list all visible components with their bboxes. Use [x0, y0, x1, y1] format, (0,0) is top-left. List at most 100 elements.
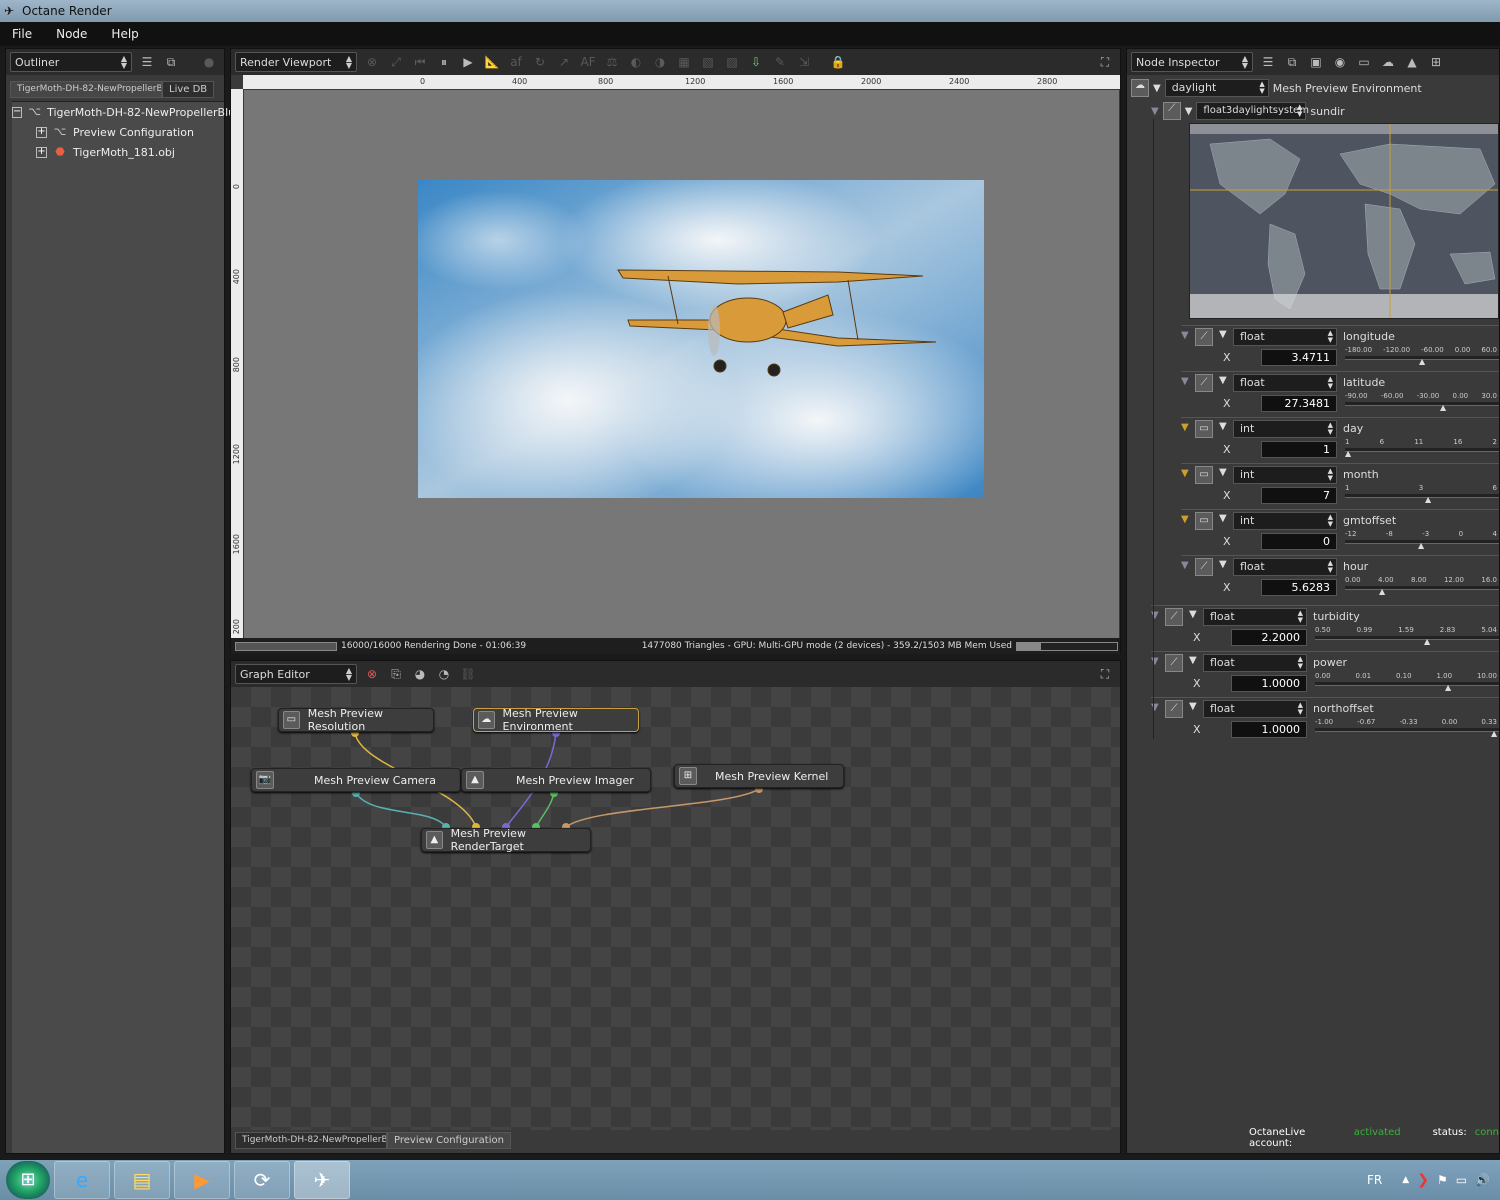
collapse-triangle-icon[interactable]: ▼ — [1189, 655, 1197, 666]
param-slider[interactable]: 0.50 0.99 1.59 2.83 5.04 ▲ — [1315, 626, 1499, 648]
graph-canvas[interactable]: ▭ Mesh Preview Resolution ☁ Mesh Preview… — [231, 687, 1120, 1130]
play-icon[interactable]: ▶ — [459, 53, 477, 71]
snapshot-icon[interactable]: ✎ — [771, 53, 789, 71]
menu-node[interactable]: Node — [44, 27, 99, 41]
sync-app-icon[interactable]: ⟳ — [234, 1161, 290, 1199]
param-value-field[interactable]: 0 — [1261, 533, 1337, 550]
world-map[interactable] — [1189, 123, 1499, 319]
tab-live-db[interactable]: Live DB — [162, 81, 215, 98]
texture-icon[interactable]: ◔ — [435, 665, 453, 683]
start-button[interactable]: ⊞ — [6, 1161, 50, 1199]
param-slider[interactable]: -90.00 -60.00 -30.00 0.00 30.0 ▲ — [1345, 392, 1499, 414]
param-value-field[interactable]: 3.4711 — [1261, 349, 1337, 366]
collapse-triangle-icon[interactable]: ▼ — [1189, 609, 1197, 620]
internet-explorer-icon[interactable]: e — [54, 1161, 110, 1199]
resolution-icon[interactable]: ▭ — [1355, 53, 1373, 71]
param-value-field[interactable]: 1 — [1261, 441, 1337, 458]
slider-thumb-icon[interactable]: ▲ — [1345, 449, 1351, 458]
collapse-triangle-icon[interactable]: ▼ — [1219, 513, 1227, 524]
param-value-field[interactable]: 1.0000 — [1231, 721, 1307, 738]
slider-thumb-icon[interactable]: ▲ — [1425, 495, 1431, 504]
param-type-select[interactable]: float ▲ ▼ — [1233, 374, 1337, 392]
material-icon[interactable]: ◕ — [411, 665, 429, 683]
pick-icon[interactable]: ↗ — [555, 53, 573, 71]
delete-node-icon[interactable]: ⊗ — [363, 665, 381, 683]
env-type-select[interactable]: daylight ▲ ▼ — [1164, 79, 1269, 97]
collapse-all-icon[interactable]: ☰ — [138, 53, 156, 71]
link-icon[interactable]: ⛓ — [459, 665, 477, 683]
file-explorer-icon[interactable]: ▤ — [114, 1161, 170, 1199]
expand-icon[interactable]: + — [36, 126, 47, 138]
media-player-icon[interactable]: ▶ — [174, 1161, 230, 1199]
sundir-type-select[interactable]: float3daylightsystem ▲ ▼ — [1196, 102, 1309, 120]
imager-icon[interactable]: ▲ — [1403, 53, 1421, 71]
slider-thumb-icon[interactable]: ▲ — [1491, 729, 1497, 738]
param-type-select[interactable]: int ▲ ▼ — [1233, 512, 1337, 530]
render-canvas[interactable] — [244, 90, 1119, 638]
param-value-field[interactable]: 27.3481 — [1261, 395, 1337, 412]
slider-thumb-icon[interactable]: ▲ — [1424, 637, 1430, 646]
volume-icon[interactable]: 🔊 — [1475, 1173, 1490, 1187]
load-icon[interactable]: ⎘ — [387, 665, 405, 683]
collapse-triangle-icon[interactable]: ▼ — [1219, 375, 1227, 386]
node-mesh-preview-kernel[interactable]: ⊞ Mesh Preview Kernel — [674, 764, 844, 788]
rotate-icon[interactable]: ↻ — [531, 53, 549, 71]
tab-graph-preview-configuration[interactable]: Preview Configuration — [387, 1132, 511, 1149]
param-value-field[interactable]: 7 — [1261, 487, 1337, 504]
collapse-triangle-icon[interactable]: ▼ — [1189, 701, 1197, 712]
expand-icon[interactable]: + — [36, 146, 47, 158]
param-type-select[interactable]: float ▲ ▼ — [1203, 700, 1307, 718]
menu-file[interactable]: File — [0, 27, 44, 41]
preset-icon[interactable]: ▣ — [1307, 53, 1325, 71]
environment-icon[interactable]: ☁ — [1379, 53, 1397, 71]
collapse-icon[interactable]: − — [12, 106, 23, 118]
param-type-select[interactable]: float ▲ ▼ — [1203, 608, 1307, 626]
white-balance-icon[interactable]: ⚖ — [603, 53, 621, 71]
slider-thumb-icon[interactable]: ▲ — [1418, 541, 1424, 550]
export-icon[interactable]: ⇩ — [747, 53, 765, 71]
param-slider[interactable]: -12 -8 -3 0 4 ▲ — [1345, 530, 1499, 552]
tray-app-icon[interactable]: ❯ — [1417, 1172, 1429, 1188]
tab-scene[interactable]: TigerMoth-DH-82-NewPropellerBlur_260_Oc.… — [10, 81, 162, 98]
param-type-select[interactable]: float ▲ ▼ — [1203, 654, 1307, 672]
node-mesh-preview-rendertarget[interactable]: ▲ Mesh Preview RenderTarget — [421, 827, 591, 853]
tree-item-tigermoth-obj[interactable]: + ⬣ TigerMoth_181.obj — [12, 142, 224, 162]
object-picker-icon[interactable]: ◑ — [651, 53, 669, 71]
node-mesh-preview-resolution[interactable]: ▭ Mesh Preview Resolution — [278, 707, 434, 733]
film-region-icon[interactable]: ▧ — [699, 53, 717, 71]
network-icon[interactable]: ▭ — [1456, 1173, 1467, 1187]
slider-thumb-icon[interactable]: ▲ — [1445, 683, 1451, 692]
restart-icon[interactable]: ⏮ — [411, 53, 429, 71]
param-value-field[interactable]: 1.0000 — [1231, 675, 1307, 692]
slider-thumb-icon[interactable]: ▲ — [1419, 357, 1425, 366]
slider-thumb-icon[interactable]: ▲ — [1379, 587, 1385, 596]
param-type-select[interactable]: int ▲ ▼ — [1233, 466, 1337, 484]
param-slider[interactable]: -180.00 -120.00 -60.00 0.00 60.0 ▲ — [1345, 346, 1499, 368]
pause-icon[interactable]: ⏸ — [435, 53, 453, 71]
camera-icon[interactable]: ◉ — [1331, 53, 1349, 71]
param-slider[interactable]: 1 6 11 16 2 ▲ — [1345, 438, 1499, 460]
collapse-all-icon[interactable]: ☰ — [1259, 53, 1277, 71]
language-indicator[interactable]: FR — [1367, 1173, 1382, 1187]
zoom-fit-icon[interactable]: ⤢ — [387, 53, 405, 71]
clear-region-icon[interactable]: ▨ — [723, 53, 741, 71]
collapse-triangle-icon[interactable]: ▼ — [1219, 421, 1227, 432]
material-picker-icon[interactable]: ◐ — [627, 53, 645, 71]
ruler-icon[interactable]: 📐 — [483, 53, 501, 71]
lock-icon[interactable]: 🔒 — [829, 53, 847, 71]
param-type-select[interactable]: float ▲ ▼ — [1233, 558, 1337, 576]
collapse-triangle-icon[interactable]: ▼ — [1219, 467, 1227, 478]
param-slider[interactable]: -1.00 -0.67 -0.33 0.00 0.33 ▲ — [1315, 718, 1499, 740]
param-value-field[interactable]: 5.6283 — [1261, 579, 1337, 596]
node-mesh-preview-camera[interactable]: 📷 Mesh Preview Camera — [251, 768, 461, 792]
recenter-icon[interactable]: ⊗ — [363, 53, 381, 71]
param-slider[interactable]: 1 3 6 ▲ — [1345, 484, 1499, 506]
inspector-panel-select[interactable]: Node Inspector ▲ ▼ — [1131, 52, 1253, 72]
af-icon[interactable]: AF — [579, 53, 597, 71]
param-type-select[interactable]: int ▲ ▼ — [1233, 420, 1337, 438]
expand-all-icon[interactable]: ⧉ — [1283, 53, 1301, 71]
octane-taskbar-icon[interactable]: ✈ — [294, 1161, 350, 1199]
region-icon[interactable]: ▦ — [675, 53, 693, 71]
node-mesh-preview-environment[interactable]: ☁ Mesh Preview Environment — [473, 707, 639, 733]
show-hidden-icons-icon[interactable]: ▲ — [1402, 1175, 1409, 1185]
